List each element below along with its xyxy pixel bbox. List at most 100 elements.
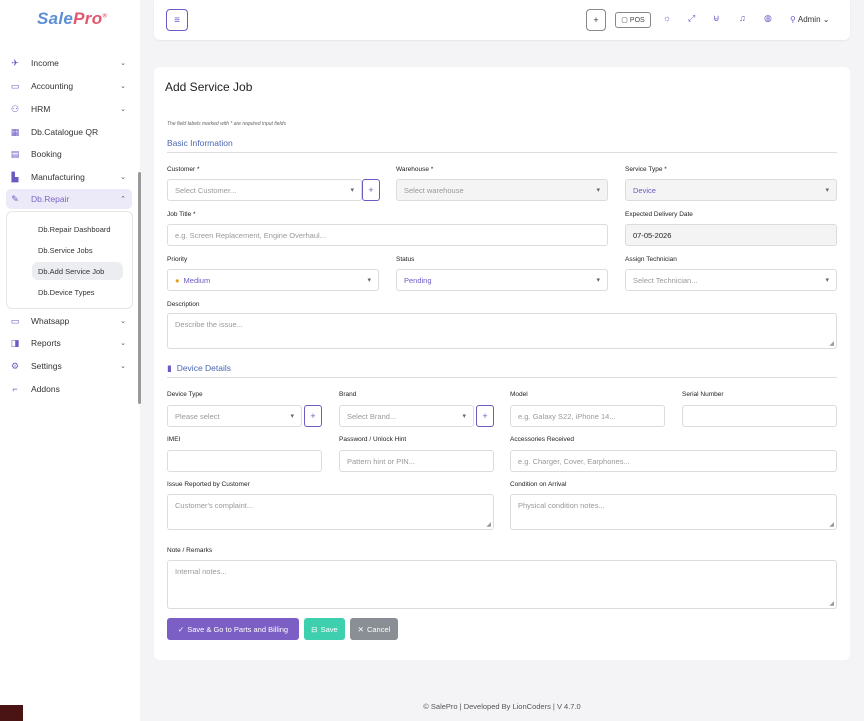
section-divider bbox=[167, 377, 837, 378]
sidebar-item-whatsapp[interactable]: ▭ Whatsapp ⌄ bbox=[6, 311, 132, 331]
gear-icon: ⚙ bbox=[10, 360, 20, 371]
condition-label: Condition on Arrival bbox=[510, 481, 567, 488]
password-input[interactable]: Pattern hint or PIN... bbox=[339, 450, 494, 472]
submenu-device-types[interactable]: Db.Device Types bbox=[32, 283, 95, 301]
quick-add-button[interactable]: + bbox=[586, 9, 606, 31]
technician-select[interactable]: Select Technician... bbox=[625, 269, 837, 291]
imei-label: IMEI bbox=[167, 436, 181, 443]
medium-priority-icon: ● bbox=[175, 275, 180, 285]
globe-icon[interactable]: ◍ bbox=[764, 13, 772, 24]
delivery-date-label: Expected Delivery Date bbox=[625, 211, 693, 218]
sidebar-item-accounting[interactable]: ▭ Accounting ⌄ bbox=[6, 76, 132, 96]
warehouse-select[interactable]: Select warehouse bbox=[396, 179, 608, 201]
resize-grip-icon[interactable]: ◢ bbox=[829, 521, 834, 528]
sidebar-item-settings[interactable]: ⚙ Settings ⌄ bbox=[6, 356, 132, 376]
save-button[interactable]: ⊟ Save bbox=[304, 618, 345, 640]
bell-icon[interactable]: ♫ bbox=[739, 13, 746, 23]
brand-logo[interactable]: SalePro® bbox=[37, 9, 107, 29]
device-details-heading: ▮ Device Details bbox=[167, 363, 232, 373]
users-icon: ⚇ bbox=[10, 103, 20, 114]
submenu-service-jobs[interactable]: Db.Service Jobs bbox=[32, 241, 93, 259]
status-select[interactable]: Pending bbox=[396, 269, 608, 291]
sidebar-item-reports[interactable]: ◨ Reports ⌄ bbox=[6, 333, 132, 353]
priority-select[interactable]: ● Medium bbox=[167, 269, 379, 291]
page-title: Add Service Job bbox=[165, 80, 253, 94]
resize-grip-icon[interactable]: ◢ bbox=[486, 521, 491, 528]
sidebar-item-repair[interactable]: ✎ Db.Repair ⌃ bbox=[6, 189, 132, 209]
user-icon: ⚲ bbox=[790, 15, 796, 24]
sidebar-item-manufacturing[interactable]: ▙ Manufacturing ⌄ bbox=[6, 167, 132, 187]
serial-number-input[interactable] bbox=[682, 405, 837, 427]
service-type-label: Service Type * bbox=[625, 166, 667, 173]
resize-grip-icon[interactable]: ◢ bbox=[829, 600, 834, 607]
close-icon: ✕ bbox=[357, 624, 364, 634]
resize-grip-icon[interactable]: ◢ bbox=[829, 340, 834, 347]
service-job-form-card: Add Service Job The field labels marked … bbox=[154, 67, 850, 660]
device-type-select[interactable]: Please select bbox=[167, 405, 302, 427]
footer: © SalePro | Developed By LionCoders | V … bbox=[423, 702, 581, 711]
technician-label: Assign Technician bbox=[625, 256, 677, 263]
chevron-down-icon: ⌄ bbox=[120, 363, 126, 370]
submenu-repair-dashboard[interactable]: Db.Repair Dashboard bbox=[32, 220, 111, 238]
add-device-type-button[interactable]: + bbox=[304, 405, 322, 427]
required-note: The field labels marked with * are requi… bbox=[167, 121, 286, 127]
customer-select[interactable]: Select Customer... bbox=[167, 179, 362, 201]
rocket-icon: ✈ bbox=[11, 57, 19, 68]
model-label: Model bbox=[510, 391, 528, 398]
submenu-add-service-job[interactable]: Db.Add Service Job bbox=[32, 262, 123, 280]
sidebar-item-catalogue-qr[interactable]: ▦ Db.Catalogue QR bbox=[6, 122, 132, 142]
briefcase-icon: ▭ bbox=[10, 80, 20, 91]
description-label: Description bbox=[167, 301, 200, 308]
chevron-down-icon: ⌄ bbox=[120, 340, 126, 347]
imei-input[interactable] bbox=[167, 450, 322, 472]
sidebar-item-addons[interactable]: ⌐ Addons bbox=[6, 379, 132, 399]
device-type-label: Device Type bbox=[167, 391, 203, 398]
condition-textarea[interactable]: Physical condition notes... ◢ bbox=[510, 494, 837, 530]
topbar: ≡ + ▢ POS ☼ ⤢ ⊌ ♫ ◍ ⚲ Admin ⌄ bbox=[154, 0, 850, 40]
chevron-down-icon: ⌄ bbox=[120, 318, 126, 325]
hamburger-icon: ≡ bbox=[174, 14, 180, 26]
brand-label: Brand bbox=[339, 391, 357, 398]
save-icon: ⊟ bbox=[311, 624, 318, 634]
menu-toggle-button[interactable]: ≡ bbox=[166, 9, 188, 31]
plug-icon: ⌐ bbox=[12, 384, 18, 394]
report-icon: ◨ bbox=[10, 337, 20, 348]
calendar-icon: ▤ bbox=[10, 148, 20, 159]
sidebar-item-income[interactable]: ✈ Income ⌄ bbox=[6, 53, 132, 73]
chevron-down-icon: ⌄ bbox=[120, 60, 126, 67]
service-type-select[interactable]: Device bbox=[625, 179, 837, 201]
job-title-label: Job Title * bbox=[167, 211, 196, 218]
status-label: Status bbox=[396, 256, 415, 263]
fullscreen-icon[interactable]: ⤢ bbox=[688, 13, 695, 24]
delivery-date-input[interactable]: 07-05-2026 bbox=[625, 224, 837, 246]
basket-icon[interactable]: ⊌ bbox=[713, 13, 720, 24]
sidebar-item-booking[interactable]: ▤ Booking bbox=[6, 144, 132, 164]
corner-swatch bbox=[0, 705, 23, 721]
sidebar-item-hrm[interactable]: ⚇ HRM ⌄ bbox=[6, 99, 132, 119]
brightness-icon[interactable]: ☼ bbox=[663, 13, 671, 23]
sidebar-scrollbar[interactable] bbox=[138, 172, 141, 404]
add-customer-button[interactable]: + bbox=[362, 179, 380, 201]
sidebar: SalePro® ✈ Income ⌄ ▭ Accounting ⌄ ⚇ HRM ⌄ ▦ Db… bbox=[0, 0, 140, 721]
cancel-button[interactable]: ✕ Cancel bbox=[350, 618, 398, 640]
accessories-input[interactable]: e.g. Charger, Cover, Earphones... bbox=[510, 450, 837, 472]
wrench-icon: ✎ bbox=[11, 193, 19, 204]
serial-number-label: Serial Number bbox=[682, 391, 724, 398]
user-menu[interactable]: ⚲ Admin ⌄ bbox=[790, 15, 829, 24]
check-icon: ✓ bbox=[177, 624, 185, 634]
add-brand-button[interactable]: + bbox=[476, 405, 494, 427]
description-textarea[interactable]: Describe the issue... ◢ bbox=[167, 313, 837, 349]
save-and-billing-button[interactable]: ✓ Save & Go to Parts and Billing bbox=[167, 618, 299, 640]
job-title-input[interactable]: e.g. Screen Replacement, Engine Overhaul… bbox=[167, 224, 608, 246]
chevron-down-icon: ⌄ bbox=[820, 15, 830, 24]
repair-submenu: Db.Repair Dashboard Db.Service Jobs Db.A… bbox=[6, 211, 133, 309]
remarks-textarea[interactable]: Internal notes... ◢ bbox=[167, 560, 837, 609]
model-input[interactable]: e.g. Galaxy S22, iPhone 14... bbox=[510, 405, 665, 427]
issue-label: Issue Reported by Customer bbox=[167, 481, 250, 488]
issue-textarea[interactable]: Customer's complaint... ◢ bbox=[167, 494, 494, 530]
basic-info-heading: Basic Information bbox=[167, 138, 233, 148]
password-label: Password / Unlock Hint bbox=[339, 436, 407, 443]
brand-select[interactable]: Select Brand... bbox=[339, 405, 474, 427]
pos-button[interactable]: ▢ POS bbox=[615, 12, 651, 28]
phone-icon: ▮ bbox=[167, 363, 172, 373]
